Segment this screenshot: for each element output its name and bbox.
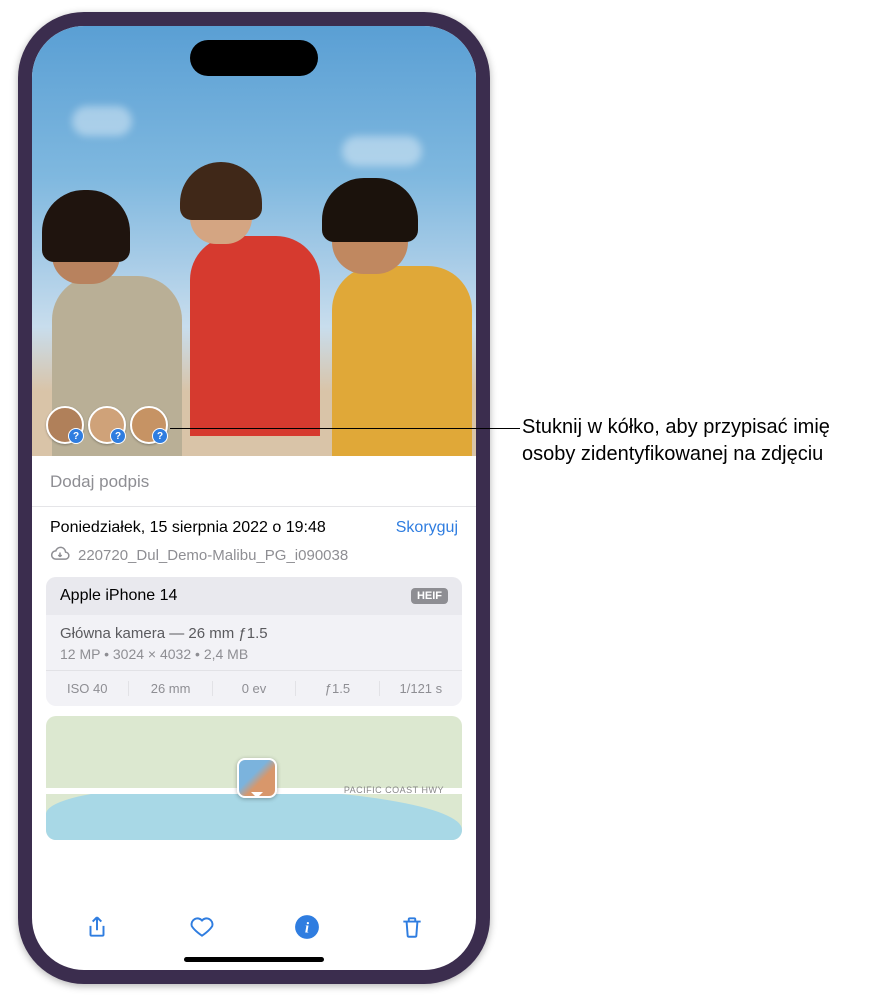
cloud-download-icon xyxy=(50,545,70,565)
phone-screen: ? ? ? Dodaj podpis Poniedziałek, 15 sier… xyxy=(32,26,476,970)
delete-button[interactable] xyxy=(388,907,436,947)
face-thumbnail[interactable]: ? xyxy=(130,406,168,444)
device-name: Apple iPhone 14 xyxy=(60,587,177,605)
favorite-button[interactable] xyxy=(178,907,226,947)
exif-iso: ISO 40 xyxy=(46,681,129,696)
exif-ev: 0 ev xyxy=(213,681,296,696)
photo-specs-label: 12 MP • 3024 × 4032 • 2,4 MB xyxy=(60,646,448,662)
face-thumbnail[interactable]: ? xyxy=(46,406,84,444)
exif-row: ISO 40 26 mm 0 ev ƒ1.5 1/121 s xyxy=(46,670,462,706)
phone-frame: ? ? ? Dodaj podpis Poniedziałek, 15 sier… xyxy=(18,12,490,984)
exif-shutter: 1/121 s xyxy=(380,681,462,696)
question-badge-icon: ? xyxy=(110,428,126,444)
camera-info-card[interactable]: Apple iPhone 14 HEIF Główna kamera — 26 … xyxy=(46,577,462,706)
photo-subject xyxy=(332,188,472,456)
exif-focal: 26 mm xyxy=(129,681,212,696)
home-indicator[interactable] xyxy=(184,957,324,962)
caption-input[interactable]: Dodaj podpis xyxy=(32,456,476,507)
exif-aperture: ƒ1.5 xyxy=(296,681,379,696)
photo-subject xyxy=(190,170,320,436)
adjust-button[interactable]: Skoryguj xyxy=(396,519,458,537)
camera-lens-label: Główna kamera — 26 mm ƒ1.5 xyxy=(60,625,448,642)
info-button[interactable]: i xyxy=(283,907,331,947)
map-road-label: PACIFIC COAST HWY xyxy=(344,785,444,795)
location-map[interactable]: PACIFIC COAST HWY xyxy=(46,716,462,840)
dynamic-island xyxy=(190,40,318,76)
map-photo-pin[interactable] xyxy=(237,758,277,798)
photo-datetime: Poniedziałek, 15 sierpnia 2022 o 19:48 xyxy=(50,519,326,537)
photo-preview[interactable]: ? ? ? xyxy=(32,26,476,456)
question-badge-icon: ? xyxy=(152,428,168,444)
question-badge-icon: ? xyxy=(68,428,84,444)
format-badge: HEIF xyxy=(411,588,448,604)
face-thumbnail[interactable]: ? xyxy=(88,406,126,444)
filename-label: 220720_Dul_Demo-Malibu_PG_i090038 xyxy=(78,547,348,564)
share-button[interactable] xyxy=(73,907,121,947)
callout-leader-line xyxy=(170,428,520,429)
bottom-toolbar: i xyxy=(32,895,476,951)
detected-faces-row: ? ? ? xyxy=(46,406,168,444)
callout-text: Stuknij w kółko, aby przypisać imię osob… xyxy=(522,414,872,468)
